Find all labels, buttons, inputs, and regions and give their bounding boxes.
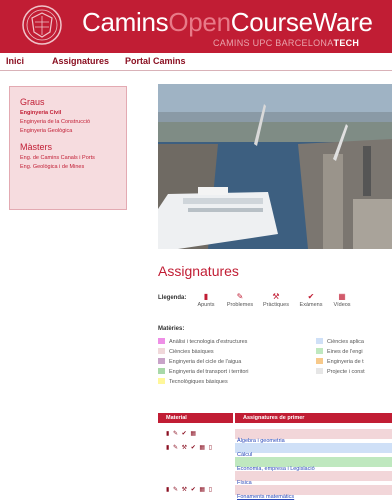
materia-item: Anàlisi i tecnologia d'estructures bbox=[158, 338, 247, 346]
legend-item-practiques: ⚒ Pràctiques bbox=[263, 292, 289, 308]
hammer-icon: ⚒ bbox=[272, 292, 280, 301]
subject-areas: Matèries: Anàlisi i tecnologia d'estruct… bbox=[158, 326, 392, 385]
sidebar-item-enginyeria-construccio[interactable]: Enginyeria de la Construcció bbox=[20, 118, 126, 127]
materia-item: Enginyeria de t bbox=[316, 358, 364, 366]
site-brand-title[interactable]: CaminsOpenCourseWare bbox=[82, 7, 373, 38]
page-title: Assignatures bbox=[158, 263, 239, 279]
materia-item: Eines de l'engi bbox=[316, 348, 363, 356]
nav-item-assignatures[interactable]: Assignatures bbox=[52, 56, 109, 66]
sidebar-heading-graus: Graus bbox=[20, 97, 45, 107]
sidebar-heading-masters: Màsters bbox=[20, 142, 53, 152]
material-icons[interactable] bbox=[158, 471, 241, 481]
university-seal-logo[interactable] bbox=[20, 4, 64, 46]
nav-item-inici[interactable]: Inici bbox=[6, 56, 24, 66]
legend-item-apunts: ▮ Apunts bbox=[191, 292, 221, 309]
legend-label: Llegenda: bbox=[158, 295, 187, 301]
materia-item: Ciències aplica bbox=[316, 338, 364, 346]
check-icon: ✔ bbox=[307, 292, 315, 301]
table-header: Material Assignatures de primer bbox=[158, 413, 392, 423]
column-header-subjects: Assignatures de primer bbox=[235, 413, 392, 423]
material-icons[interactable]: ▮ ✎ ✔ ▦ bbox=[158, 429, 241, 439]
legend-item-videos: ▦ Vídeos bbox=[327, 292, 357, 309]
table-row: ▮ ✎ ⚒ ✔ ▦ ▯ Càlcul bbox=[158, 443, 392, 458]
main-nav: Inici Assignatures Portal Camins bbox=[0, 53, 392, 71]
materia-item: Tecnològiques bàsiques bbox=[158, 378, 228, 386]
materia-item: Enginyeria del transport i territori bbox=[158, 368, 248, 376]
sidebar-studies: Graus Enginyeria Civil Enginyeria de la … bbox=[9, 86, 127, 210]
legend-item-problemes: ✎ Problemes bbox=[226, 292, 254, 308]
film-icon: ▦ bbox=[338, 292, 346, 301]
table-row: ▮ ✎ ⚒ ✔ ▦ ▯ Fonaments matemàtics bbox=[158, 485, 392, 500]
table-row: Economia, empresa i Legislació bbox=[158, 457, 392, 472]
legend: Llegenda: ▮ Apunts ✎ Problemes ⚒ Pràctiq… bbox=[158, 292, 392, 318]
book-icon: ▮ bbox=[203, 292, 209, 301]
material-icons[interactable]: ▮ ✎ ⚒ ✔ ▦ ▯ bbox=[158, 443, 241, 453]
material-icons[interactable]: ▮ ✎ ⚒ ✔ ▦ ▯ bbox=[158, 485, 241, 495]
materies-label: Matèries: bbox=[158, 326, 185, 332]
brand-subtitle: CAMINS UPC BARCELONATECH bbox=[213, 38, 360, 48]
materia-item: Ciències bàsiques bbox=[158, 348, 214, 356]
sidebar-item-enginyeria-civil[interactable]: Enginyeria Civil bbox=[20, 109, 126, 118]
legend-item-examens: ✔ Exàmens bbox=[296, 292, 326, 309]
table-row: ▮ ✎ ✔ ▦ Àlgebra i geometria bbox=[158, 429, 392, 444]
pencil-icon: ✎ bbox=[236, 292, 244, 301]
material-icons[interactable] bbox=[158, 457, 241, 467]
sidebar-item-master-camins[interactable]: Eng. de Camins Canals i Ports bbox=[20, 154, 126, 163]
table-row: Física bbox=[158, 471, 392, 486]
sidebar-item-enginyeria-geologica[interactable]: Enginyeria Geològica bbox=[20, 127, 126, 136]
subject-link[interactable]: Fonaments matemàtics bbox=[235, 494, 294, 500]
column-header-material: Material bbox=[158, 413, 233, 423]
sidebar-item-master-geologica[interactable]: Eng. Geològica i de Mines bbox=[20, 163, 126, 172]
site-header: CaminsOpenCourseWare CAMINS UPC BARCELON… bbox=[0, 0, 392, 53]
nav-item-portal-camins[interactable]: Portal Camins bbox=[125, 56, 186, 66]
materia-item: Enginyeria del cicle de l'aigua bbox=[158, 358, 241, 366]
harbor-photo bbox=[158, 84, 392, 249]
materia-item: Projecte i const bbox=[316, 368, 365, 376]
